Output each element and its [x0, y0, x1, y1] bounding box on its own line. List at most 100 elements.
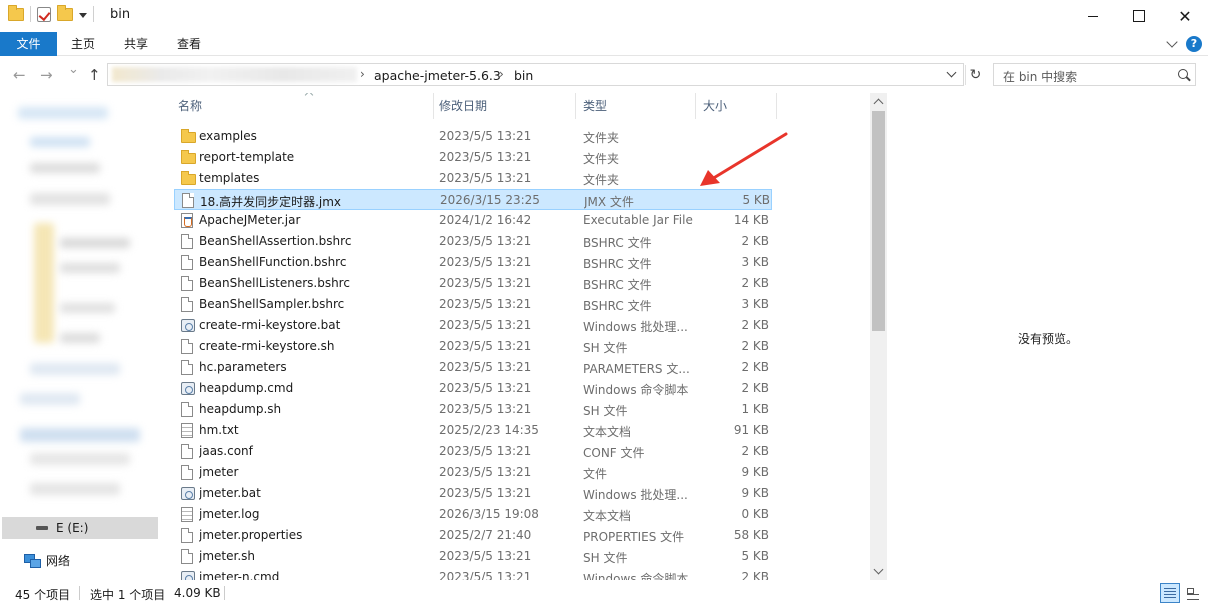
- table-row[interactable]: BeanShellFunction.bshrc 2023/5/5 13:21 BSH…: [174, 252, 772, 273]
- table-row[interactable]: BeanShellAssertion.bshrc 2023/5/5 13:21 BS…: [174, 231, 772, 252]
- file-size: 2 KB: [741, 444, 769, 458]
- file-icon: [181, 444, 193, 459]
- vertical-scrollbar[interactable]: [870, 93, 887, 580]
- tab-file[interactable]: 文件: [0, 32, 57, 56]
- modified-date: 2023/5/5 13:21: [439, 234, 532, 248]
- table-row[interactable]: jmeter-n.cmd 2023/5/5 13:21 Windows 命令脚本 2 …: [174, 567, 772, 580]
- file-name: heapdump.cmd: [199, 381, 294, 395]
- table-row[interactable]: heapdump.cmd 2023/5/5 13:21 Windows 命令脚本 2 …: [174, 378, 772, 399]
- breadcrumb-separator[interactable]: ›: [360, 67, 365, 81]
- new-folder-icon[interactable]: [57, 4, 73, 21]
- close-button[interactable]: ✕: [1162, 0, 1208, 32]
- modified-date: 2023/5/5 13:21: [439, 171, 532, 185]
- expand-ribbon-icon[interactable]: [1166, 36, 1178, 48]
- table-row[interactable]: report-template 2023/5/5 13:21 文件夹: [174, 147, 772, 168]
- file-type: 文件夹: [583, 152, 620, 166]
- table-row[interactable]: hm.txt 2025/2/23 14:35 文本文档 91 KB: [174, 420, 772, 441]
- file-type: 文件: [583, 467, 608, 481]
- sidebar-item-drive-e[interactable]: E (E:): [2, 517, 158, 539]
- back-arrow-icon[interactable]: ←: [13, 66, 26, 84]
- file-size: 5 KB: [742, 193, 770, 207]
- column-label: 名称: [178, 99, 203, 113]
- file-type: SH 文件: [583, 404, 628, 418]
- forward-arrow-icon[interactable]: →: [40, 66, 53, 84]
- table-row[interactable]: examples 2023/5/5 13:21 文件夹: [174, 126, 772, 147]
- table-row[interactable]: templates 2023/5/5 13:21 文件夹: [174, 168, 772, 189]
- recent-locations-icon[interactable]: ⌄: [68, 62, 79, 77]
- minimize-button[interactable]: [1070, 0, 1116, 32]
- table-row[interactable]: create-rmi-keystore.sh 2023/5/5 13:21 SH 文…: [174, 336, 772, 357]
- file-size: 5 KB: [741, 549, 769, 563]
- refresh-icon[interactable]: ↻: [965, 65, 985, 85]
- file-icon: [181, 402, 193, 417]
- table-row[interactable]: heapdump.sh 2023/5/5 13:21 SH 文件 1 KB: [174, 399, 772, 420]
- table-row[interactable]: jmeter.log 2026/3/15 19:08 文本文档 0 KB: [174, 504, 772, 525]
- blurred-item: [60, 303, 115, 313]
- scroll-up-icon[interactable]: [873, 98, 884, 109]
- breadcrumb-separator[interactable]: ›: [499, 67, 504, 81]
- file-size: 2 KB: [741, 339, 769, 353]
- scroll-down-icon[interactable]: [873, 564, 884, 575]
- file-type: CONF 文件: [583, 446, 645, 460]
- table-row[interactable]: jmeter.sh 2023/5/5 13:21 SH 文件 5 KB: [174, 546, 772, 567]
- up-arrow-icon[interactable]: ↑: [88, 66, 101, 84]
- tab-view[interactable]: 查看: [164, 32, 214, 56]
- column-header-name[interactable]: 名称: [170, 93, 434, 119]
- batch-icon: [181, 487, 195, 500]
- modified-date: 2023/5/5 13:21: [439, 129, 532, 143]
- jar-icon: [181, 213, 193, 228]
- selection-size: 4.09 KB: [174, 586, 221, 600]
- modified-date: 2023/5/5 13:21: [439, 150, 532, 164]
- table-row[interactable]: jaas.conf 2023/5/5 13:21 CONF 文件 2 KB: [174, 441, 772, 462]
- modified-date: 2025/2/23 14:35: [439, 423, 539, 437]
- blurred-item: [18, 107, 108, 119]
- maximize-button[interactable]: [1116, 0, 1162, 32]
- table-row[interactable]: ApacheJMeter.jar 2024/1/2 16:42 Executable…: [174, 210, 772, 231]
- file-type: SH 文件: [583, 341, 628, 355]
- table-row[interactable]: create-rmi-keystore.bat 2023/5/5 13:21 Win…: [174, 315, 772, 336]
- file-icon: [181, 465, 193, 480]
- table-row[interactable]: jmeter 2023/5/5 13:21 文件 9 KB: [174, 462, 772, 483]
- text-icon: [181, 507, 193, 522]
- customize-toolbar-dropdown-icon[interactable]: [79, 13, 87, 18]
- column-header-size[interactable]: 大小: [695, 93, 777, 119]
- scrollbar-thumb[interactable]: [872, 111, 885, 331]
- table-row[interactable]: hc.parameters 2023/5/5 13:21 PARAMETERS 文.…: [174, 357, 772, 378]
- folder-icon[interactable]: [8, 4, 24, 21]
- help-icon[interactable]: ?: [1186, 36, 1202, 52]
- file-icon: [181, 234, 193, 249]
- file-icon: [181, 339, 193, 354]
- file-icon: [181, 360, 193, 375]
- file-size: 3 KB: [741, 255, 769, 269]
- file-type: BSHRC 文件: [583, 257, 652, 271]
- file-name: jmeter.log: [199, 507, 260, 521]
- details-view-icon[interactable]: [1160, 583, 1180, 603]
- table-row[interactable]: BeanShellSampler.bshrc 2023/5/5 13:21 BSHR…: [174, 294, 772, 315]
- item-count: 45 个项目: [15, 588, 71, 602]
- modified-date: 2026/3/15 19:08: [439, 507, 539, 521]
- breadcrumb-bin[interactable]: bin: [514, 68, 533, 83]
- file-type: BSHRC 文件: [583, 236, 652, 250]
- tab-share[interactable]: 共享: [111, 32, 161, 56]
- file-type: 文本文档: [583, 509, 632, 523]
- table-row[interactable]: BeanShellListeners.bshrc 2023/5/5 13:21 BS…: [174, 273, 772, 294]
- breadcrumb-apache-jmeter[interactable]: apache-jmeter-5.6.3: [374, 68, 501, 83]
- file-type: Executable Jar File: [583, 213, 693, 227]
- table-row[interactable]: jmeter.bat 2023/5/5 13:21 Windows 批处理... 9 …: [174, 483, 772, 504]
- search-box[interactable]: 在 bin 中搜索: [993, 63, 1196, 86]
- sidebar-item-label: E (E:): [56, 521, 89, 535]
- search-input[interactable]: 在 bin 中搜索: [1003, 68, 1077, 85]
- column-header-type[interactable]: 类型: [575, 93, 696, 119]
- toolbar-divider: [93, 6, 94, 22]
- address-bar[interactable]: › apache-jmeter-5.6.3 › bin: [107, 63, 964, 86]
- batch-icon: [181, 382, 195, 395]
- column-header-date[interactable]: 修改日期: [431, 93, 576, 119]
- properties-icon[interactable]: [37, 6, 51, 22]
- status-divider: [224, 586, 225, 600]
- search-icon[interactable]: [1178, 69, 1188, 79]
- large-icons-view-icon[interactable]: [1184, 584, 1202, 602]
- selection-count: 选中 1 个项目: [90, 588, 166, 602]
- table-row[interactable]: jmeter.properties 2025/2/7 21:40 PROPERTIE…: [174, 525, 772, 546]
- tab-home[interactable]: 主页: [58, 32, 108, 56]
- table-row[interactable]: 18.高并发同步定时器.jmx 2026/3/15 23:25 JMX 文件 5 KB: [174, 189, 772, 210]
